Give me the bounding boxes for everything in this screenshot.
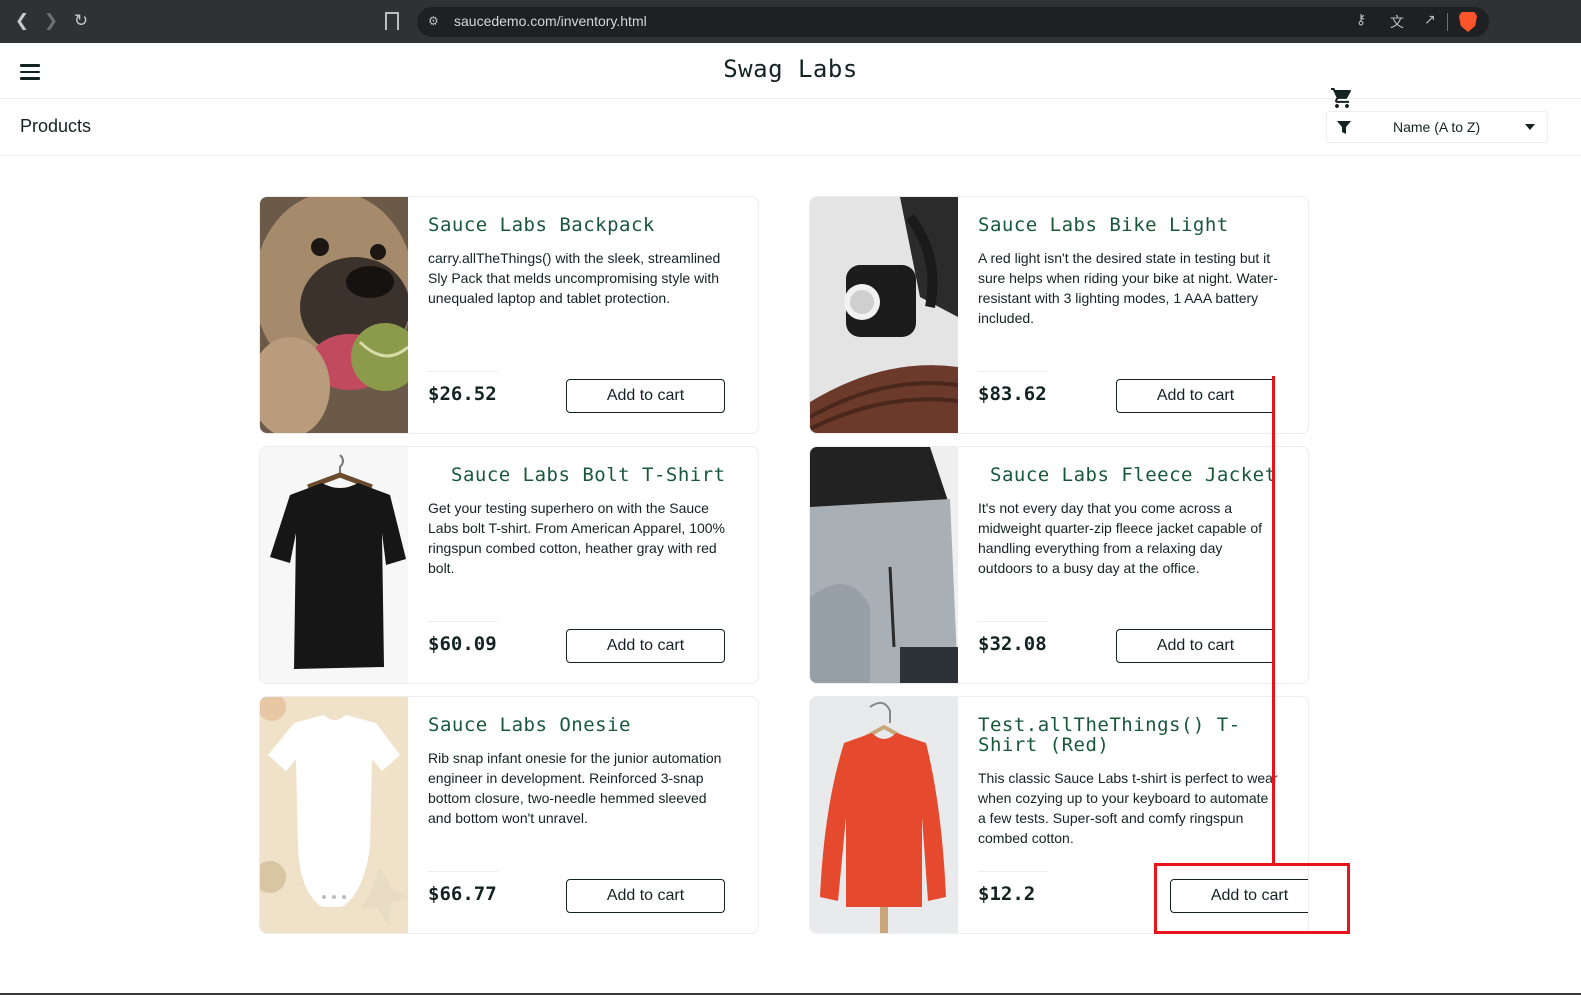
add-to-cart-button[interactable]: Add to cart [1116, 629, 1275, 663]
item-image-backpack[interactable] [260, 197, 408, 433]
inventory-item: Sauce Labs Bolt T-Shirt Get your testing… [259, 446, 759, 684]
add-to-cart-button[interactable]: Add to cart [1116, 379, 1275, 413]
item-name-link[interactable]: Sauce Labs Onesie [428, 715, 738, 735]
sort-selected-value: Name (A to Z) [1393, 119, 1481, 135]
item-description: Get your testing superhero on with the S… [428, 500, 725, 576]
sort-select[interactable]: Name (A to Z) [1326, 111, 1548, 143]
add-to-cart-button[interactable]: Add to cart [566, 629, 725, 663]
share-icon[interactable]: ↗ [1424, 12, 1436, 28]
bookmark-icon[interactable] [385, 12, 399, 30]
price-divider [978, 871, 1048, 872]
item-price: $32.08 [978, 633, 1047, 655]
back-icon[interactable]: ❮ [12, 11, 32, 31]
item-name-link[interactable]: Sauce Labs Bike Light [978, 215, 1288, 235]
item-description: This classic Sauce Labs t-shirt is perfe… [978, 770, 1278, 846]
forward-icon[interactable]: ❯ [41, 11, 61, 31]
inventory-item: Sauce Labs Backpack carry.allTheThings()… [259, 196, 759, 434]
item-name-link[interactable]: Test.allTheThings() T-Shirt (Red) [978, 715, 1288, 755]
item-image-fleece-jacket[interactable] [810, 447, 958, 683]
filter-icon [1337, 121, 1351, 134]
item-image-bolt-tshirt[interactable] [260, 447, 408, 683]
reload-icon[interactable]: ↻ [71, 11, 91, 31]
inventory-item: Sauce Labs Bike Light A red light isn't … [809, 196, 1309, 434]
inventory-item: Sauce Labs Onesie Rib snap infant onesie… [259, 696, 759, 934]
item-image-bike-light[interactable] [810, 197, 958, 433]
app-logo: Swag Labs [723, 55, 858, 83]
chevron-down-icon [1525, 124, 1535, 130]
item-name-link[interactable]: Sauce Labs Backpack [428, 215, 738, 235]
item-description: carry.allTheThings() with the sleek, str… [428, 250, 721, 306]
add-to-cart-button[interactable]: Add to cart [566, 379, 725, 413]
price-divider [978, 621, 1048, 622]
item-price: $60.09 [428, 633, 497, 655]
page-title: Products [20, 116, 92, 136]
item-image-red-tshirt[interactable] [810, 697, 958, 933]
url-text[interactable]: saucedemo.com/inventory.html [454, 13, 647, 29]
item-price: $66.77 [428, 883, 497, 905]
footer-divider [0, 993, 1581, 995]
add-to-cart-button[interactable]: Add to cart [566, 879, 725, 913]
price-divider [978, 371, 1048, 372]
price-divider [428, 621, 498, 622]
browser-toolbar: ❮ ❯ ↻ ⚙ saucedemo.com/inventory.html ⚷ 文… [0, 0, 1581, 43]
item-name-link[interactable]: Sauce Labs Bolt T-Shirt [451, 465, 758, 485]
item-description: A red light isn't the desired state in t… [978, 250, 1278, 326]
item-name-link[interactable]: Sauce Labs Fleece Jacket [990, 465, 1308, 485]
secondary-header: Products Name (A to Z) [0, 99, 1581, 156]
item-description: Rib snap infant onesie for the junior au… [428, 750, 722, 826]
annotation-highlight-box [1154, 863, 1350, 934]
annotation-line [1272, 376, 1275, 865]
item-price: $83.62 [978, 383, 1047, 405]
toolbar-separator [1447, 13, 1448, 31]
price-divider [428, 871, 498, 872]
item-image-onesie[interactable] [260, 697, 408, 933]
site-info-icon[interactable]: ⚙ [428, 14, 442, 28]
password-key-icon[interactable]: ⚷ [1356, 12, 1366, 28]
inventory-item: Sauce Labs Fleece Jacket It's not every … [809, 446, 1309, 684]
translate-icon[interactable]: 文 [1390, 12, 1404, 32]
price-divider [428, 371, 498, 372]
item-price: $12.2 [978, 883, 1036, 905]
item-description: It's not every day that you come across … [978, 500, 1263, 576]
item-price: $26.52 [428, 383, 497, 405]
address-bar[interactable]: ⚙ saucedemo.com/inventory.html [417, 7, 1489, 37]
